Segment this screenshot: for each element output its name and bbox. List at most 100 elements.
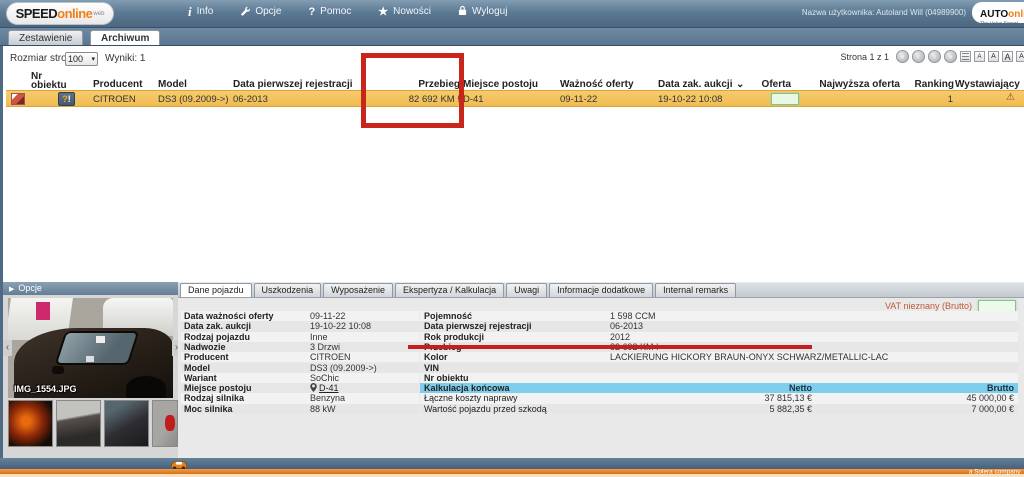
detail-row: Moc silnika88 kW bbox=[181, 404, 419, 414]
nav-pomoc[interactable]: ? Pomoc bbox=[308, 6, 351, 17]
cell-producent: CITROEN bbox=[93, 94, 136, 105]
tab-ekspertyza[interactable]: Ekspertyza / Kalkulacja bbox=[395, 283, 504, 297]
detail-row: Data ważności oferty09-11-22 bbox=[181, 311, 419, 321]
gallery-options-header[interactable]: ▶ Opcje bbox=[3, 282, 181, 295]
speedonline-window: SPEEDonlineweb i Info Opcje ? Pomoc ★ No… bbox=[0, 0, 1024, 477]
cell-data-rejestracji: 06-2013 bbox=[233, 94, 268, 105]
archive-list-panel: Rozmiar strony 100 ▾ Wyniki: 1 Strona 1 … bbox=[0, 46, 1024, 282]
detail-row: WariantSoChic bbox=[181, 373, 419, 383]
tab-archiwum[interactable]: Archiwum bbox=[90, 30, 160, 45]
triangle-right-icon: ▶ bbox=[9, 286, 14, 293]
brand-online-text: online bbox=[1008, 9, 1024, 20]
gallery-prev-arrow[interactable]: ‹ bbox=[3, 340, 12, 356]
tab-internal-remarks[interactable]: Internal remarks bbox=[655, 283, 736, 297]
nav-wyloguj[interactable]: Wyloguj bbox=[458, 5, 507, 18]
tab-zestawienie[interactable]: Zestawienie bbox=[8, 30, 83, 45]
cell-data-zak-aukcji: 19-10-22 10:08 bbox=[658, 94, 722, 105]
detail-row: Nr obiektu bbox=[420, 373, 1018, 383]
detail-row: VIN bbox=[420, 363, 1018, 373]
detail-row: Pojemność1 598 CCM bbox=[420, 311, 1018, 321]
col-najwyzsza-oferta[interactable]: Najwyższa oferta bbox=[803, 79, 900, 90]
col-data-rejestracji[interactable]: Data pierwszej rejestracji bbox=[233, 79, 353, 90]
calc-row: Wartość pojazdu przed szkodą 5 882,35 € … bbox=[420, 404, 1018, 414]
main-tab-strip: Zestawienie Archiwum bbox=[0, 28, 1024, 46]
detail-row: ProducentCITROEN bbox=[181, 352, 419, 362]
image-filename: IMG_1554.JPG bbox=[14, 384, 77, 394]
nav-info-label: Info bbox=[197, 6, 214, 17]
font-size-small-button[interactable]: A bbox=[974, 51, 985, 62]
col-nr-obiektu[interactable]: Nr obiektu bbox=[31, 72, 71, 90]
annotation-underline bbox=[408, 345, 812, 349]
detail-row-miejsce-postoju: Miejsce postoju D-41 bbox=[181, 383, 419, 393]
col-producent[interactable]: Producent bbox=[93, 79, 142, 90]
detail-row: Rodzaj pojazduInne bbox=[181, 332, 419, 342]
nav-nowosci-label: Nowości bbox=[393, 6, 431, 17]
alert-button[interactable]: ?! bbox=[58, 92, 75, 106]
warning-icon[interactable]: ⚠ bbox=[1006, 92, 1015, 103]
wrench-icon bbox=[240, 6, 250, 18]
col-model[interactable]: Model bbox=[158, 79, 187, 90]
col-oferta[interactable]: Oferta bbox=[746, 79, 791, 90]
tab-informacje-dodatkowe[interactable]: Informacje dodatkowe bbox=[549, 283, 653, 297]
top-bar: SPEEDonlineweb i Info Opcje ? Pomoc ★ No… bbox=[0, 0, 1024, 28]
top-nav: i Info Opcje ? Pomoc ★ Nowości Wyloguj bbox=[188, 5, 507, 18]
nav-info[interactable]: i Info bbox=[188, 6, 213, 17]
brand-auto-text: AUTO bbox=[980, 9, 1008, 20]
gallery-header-label: Opcje bbox=[18, 283, 42, 293]
cell-ranking: 1 bbox=[906, 94, 953, 105]
vat-status-label: VAT nieznany (Brutto) bbox=[885, 301, 972, 311]
next-page-button[interactable]: › bbox=[928, 50, 941, 63]
detail-row: Data zak. aukcji19-10-22 10:08 bbox=[181, 321, 419, 331]
cell-model: DS3 (09.2009->) bbox=[158, 94, 229, 105]
col-data-zak-aukcji[interactable]: Data zak. aukcji bbox=[658, 79, 732, 90]
prev-page-button[interactable]: ‹ bbox=[912, 50, 925, 63]
nav-nowosci[interactable]: ★ Nowości bbox=[378, 6, 431, 17]
tab-wyposazenie[interactable]: Wyposażenie bbox=[323, 283, 393, 297]
speedonline-logo[interactable]: SPEEDonlineweb bbox=[6, 2, 114, 25]
thumbnail-rear-view[interactable] bbox=[152, 400, 178, 447]
table-row[interactable]: ?! CITROEN DS3 (09.2009->) 06-2013 82 69… bbox=[6, 90, 1024, 107]
page-size-value: 100 bbox=[68, 54, 83, 64]
details-tab-bar: Dane pojazdu Uszkodzenia Wyposażenie Eks… bbox=[178, 283, 1024, 298]
detail-row: Data pierwszej rejestracji06-2013 bbox=[420, 321, 1018, 331]
vehicle-main-photo[interactable]: IMG_1554.JPG bbox=[8, 298, 173, 398]
photo-icon[interactable] bbox=[11, 93, 25, 105]
autoonline-logo: AUTOonline The Value Expert bbox=[972, 2, 1024, 23]
tab-dane-pojazdu[interactable]: Dane pojazdu bbox=[180, 283, 252, 297]
cell-waznosc-oferty: 09-11-22 bbox=[560, 94, 597, 105]
detail-row: Nadwozie3 Drzwi bbox=[181, 342, 419, 352]
first-page-button[interactable]: « bbox=[896, 50, 909, 63]
nav-opcje-label: Opcje bbox=[255, 6, 281, 17]
font-size-extra-button[interactable]: A bbox=[1016, 51, 1024, 62]
username-text: Nazwa użytkownika: Autoland Will (049899… bbox=[802, 8, 966, 17]
location-link[interactable]: D-41 bbox=[319, 383, 339, 393]
cell-miejsce-postoju: D-41 bbox=[463, 94, 484, 105]
calc-header-row: Kalkulacja końcowa Netto Brutto bbox=[420, 383, 1018, 393]
nav-opcje[interactable]: Opcje bbox=[240, 6, 281, 18]
footer-bar bbox=[0, 458, 1024, 469]
col-miejsce-postoju[interactable]: Miejsce postoju bbox=[463, 79, 538, 90]
col-waznosc-oferty[interactable]: Ważność oferty bbox=[560, 79, 634, 90]
detail-row: ModelDS3 (09.2009->) bbox=[181, 363, 419, 373]
page-size-select[interactable]: 100 ▾ bbox=[65, 52, 98, 66]
logo-online-text: online bbox=[57, 6, 92, 21]
font-size-large-button[interactable]: A bbox=[1002, 51, 1013, 62]
vehicle-details-panel: Dane pojazdu Uszkodzenia Wyposażenie Eks… bbox=[178, 282, 1024, 458]
last-page-button[interactable]: » bbox=[944, 50, 957, 63]
thumbnail-roof-view[interactable] bbox=[104, 400, 149, 447]
lock-icon bbox=[458, 5, 467, 18]
info-icon: i bbox=[188, 7, 192, 17]
table-header: Nr obiektu Producent Model Data pierwsze… bbox=[6, 66, 1024, 90]
logo-superscript: web bbox=[93, 11, 104, 17]
page-info: Strona 1 z 1 bbox=[840, 52, 889, 62]
thumbnail-side-view[interactable] bbox=[56, 400, 101, 447]
col-wystawiajacy[interactable]: Wystawiający bbox=[955, 79, 1020, 90]
font-size-medium-button[interactable]: A bbox=[988, 51, 999, 62]
offer-input[interactable] bbox=[771, 93, 799, 105]
col-ranking[interactable]: Ranking bbox=[904, 79, 954, 90]
tab-uwagi[interactable]: Uwagi bbox=[506, 283, 547, 297]
thumbnail-taillight[interactable] bbox=[8, 400, 53, 447]
tab-uszkodzenia[interactable]: Uszkodzenia bbox=[254, 283, 322, 297]
export-icon[interactable] bbox=[960, 51, 971, 62]
logo-speed-text: SPEED bbox=[16, 6, 58, 21]
